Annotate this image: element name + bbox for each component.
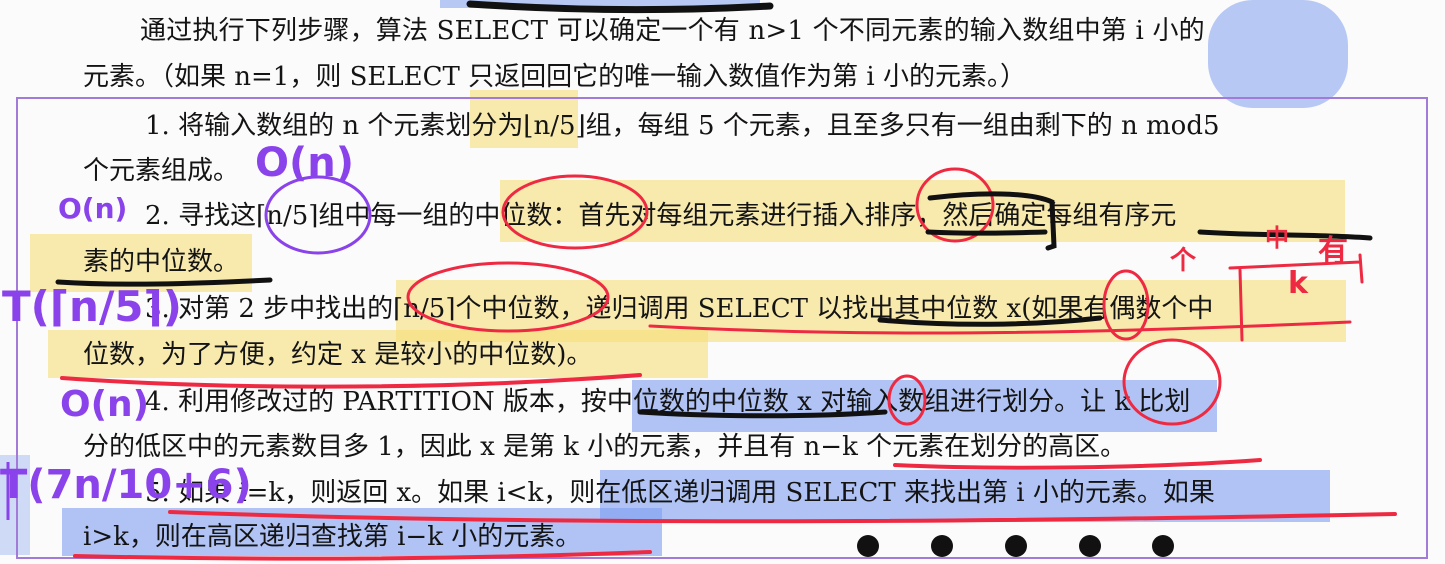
step-3-line-2: 位数，为了方便，约定 x 是较小的中位数)。 — [83, 340, 593, 370]
step-4-line-1: 4. 利用修改过的 PARTITION 版本，按中位数的中位数 x 对输入数组进… — [145, 387, 1191, 417]
document-page: 通过执行下列步骤，算法 SELECT 可以确定一个有 n>1 个不同元素的输入数… — [0, 0, 1445, 564]
intro-line-2: 元素。（如果 n=1，则 SELECT 只返回回它的唯一输入数值作为第 i 小的… — [83, 62, 1026, 92]
blue-highlight-top-bar — [440, 0, 760, 8]
blue-highlight-top-blob — [1208, 0, 1348, 108]
step-4-line-2: 分的低区中的元素数目多 1，因此 x 是第 k 小的元素，并且有 n−k 个元素… — [83, 432, 1127, 462]
black-dot-4 — [1079, 535, 1101, 557]
handwritten-note-t-ceil: T(⌈n/5⌉) — [2, 282, 182, 331]
black-dot-3 — [1005, 535, 1027, 557]
red-underline-step5 — [168, 510, 1397, 524]
handwritten-note-on-1: O(n) — [255, 140, 355, 186]
black-underline-insert-sort — [925, 229, 1048, 236]
step-1-line-1: 1. 将输入数组的 n 个元素划分为⌊n/5⌋组，每组 5 个元素，且至多只有一… — [145, 111, 1220, 141]
step-3-line-1: 3. 对第 2 步中找出的⌈n/5⌉个中位数，递归调用 SELECT 以找出其中… — [145, 294, 1214, 324]
handwritten-red-char-zhong: 中 — [1265, 224, 1289, 252]
step-2-line-1: 2. 寻找这⌈n/5⌉组中每一组的中位数：首先对每组元素进行插入排序，然后确定每… — [145, 201, 1177, 231]
handwritten-red-k: k — [1288, 266, 1308, 301]
black-dot-5 — [1152, 535, 1174, 557]
handwritten-note-t-7n10: T(7n/10+6) — [0, 462, 252, 508]
black-dot-2 — [931, 535, 953, 557]
step-5-line-2: i>k，则在高区递归查找第 i−k 小的元素。 — [83, 522, 582, 552]
black-underline-top — [466, 0, 774, 14]
intro-line-1: 通过执行下列步骤，算法 SELECT 可以确定一个有 n>1 个不同元素的输入数… — [140, 16, 1205, 46]
step-1-line-2: 个元素组成。 — [83, 156, 240, 186]
handwritten-note-on-4: O(n) — [60, 384, 150, 425]
red-underline-step5-line2 — [73, 550, 652, 561]
step-5-line-1: 5. 如果 i=k，则返回 x。如果 i<k，则在低区递归调用 SELECT 来… — [145, 478, 1215, 508]
handwritten-red-char-ge: 个 — [1170, 246, 1197, 276]
handwritten-red-char-you: 有 — [1318, 234, 1348, 269]
black-dot-1 — [857, 535, 879, 557]
handwritten-note-on-2: O(n) — [58, 192, 128, 225]
step-2-line-2: 素的中位数。 — [83, 247, 240, 277]
